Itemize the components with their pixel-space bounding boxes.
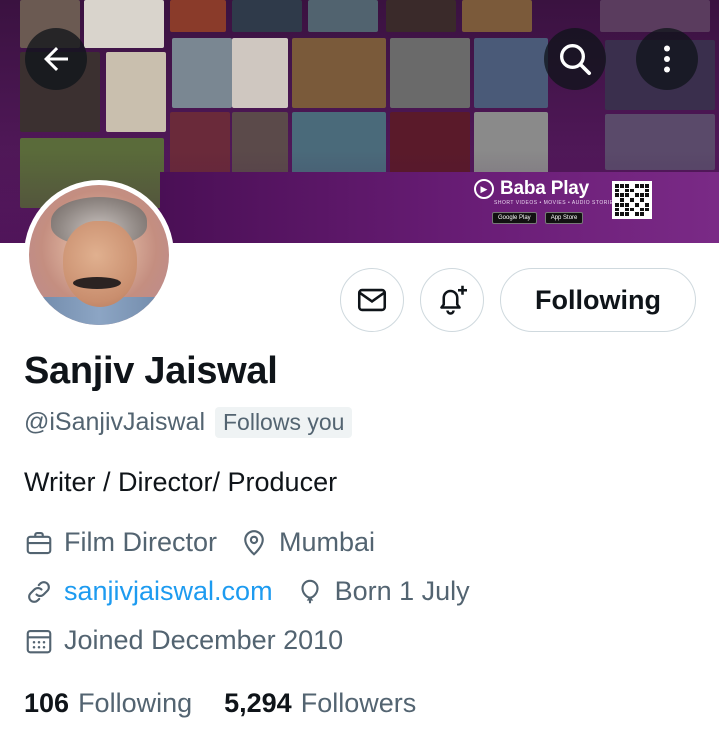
search-button[interactable] — [544, 28, 606, 90]
following-stat[interactable]: 106 Following — [24, 688, 192, 719]
location-pin-icon — [244, 529, 264, 556]
following-button[interactable]: Following — [500, 268, 696, 332]
bell-plus-icon — [440, 285, 467, 315]
store-badges: Google Play App Store — [492, 212, 584, 224]
avatar[interactable] — [24, 180, 174, 330]
profile-birthday: Born 1 July — [334, 576, 470, 606]
profile-bio: Writer / Director/ Producer — [24, 467, 338, 497]
profile-location: Mumbai — [279, 527, 376, 557]
follows-you-badge: Follows you — [215, 407, 353, 438]
link-icon — [28, 580, 50, 603]
more-vertical-icon — [664, 45, 670, 73]
location-item: Mumbai — [239, 527, 375, 558]
back-button[interactable] — [25, 28, 87, 90]
profile-meta-row-3: Joined December 2010 — [24, 625, 365, 656]
baba-play-logo: ▶ Baba Play — [474, 178, 589, 200]
profile-joined-date: Joined December 2010 — [64, 625, 344, 655]
category-item: Film Director — [24, 527, 217, 558]
google-play-badge: Google Play — [492, 212, 537, 224]
followers-label: Followers — [300, 688, 417, 718]
brand-name: Baba Play — [500, 178, 590, 199]
notifications-button[interactable] — [420, 268, 484, 332]
qr-code-icon — [612, 181, 652, 219]
app-store-badge: App Store — [544, 212, 584, 224]
search-icon — [560, 44, 591, 75]
joined-item: Joined December 2010 — [24, 625, 343, 656]
following-count: 106 — [24, 688, 70, 718]
website-item: sanjivjaiswal.com — [24, 576, 273, 607]
more-options-button[interactable] — [636, 28, 698, 90]
follow-stats: 106 Following 5,294 Followers — [24, 688, 448, 719]
following-label: Following — [78, 688, 193, 718]
play-icon: ▶ — [474, 179, 494, 199]
followers-stat[interactable]: 5,294 Followers — [224, 688, 416, 719]
profile-website-link[interactable]: sanjivjaiswal.com — [64, 576, 273, 607]
message-button[interactable] — [340, 268, 404, 332]
brand-tagline: SHORT VIDEOS • MOVIES • AUDIO STORIES — [494, 200, 618, 206]
handle-row: @iSanjivJaiswal Follows you — [24, 407, 353, 438]
profile-handle: @iSanjivJaiswal — [24, 408, 205, 436]
birthday-item: Born 1 July — [295, 576, 470, 607]
profile-name: Sanjiv Jaiswal — [24, 350, 278, 392]
profile-meta-row-1: Film Director Mumbai — [24, 527, 397, 558]
balloon-icon — [301, 579, 319, 603]
avatar-photo — [29, 185, 169, 325]
calendar-icon — [26, 629, 52, 653]
mail-icon — [357, 288, 387, 312]
profile-category: Film Director — [64, 527, 217, 557]
followers-count: 5,294 — [224, 688, 292, 718]
profile-meta-row-2: sanjivjaiswal.com Born 1 July — [24, 576, 492, 607]
arrow-left-icon — [44, 47, 68, 71]
briefcase-icon — [26, 531, 52, 554]
